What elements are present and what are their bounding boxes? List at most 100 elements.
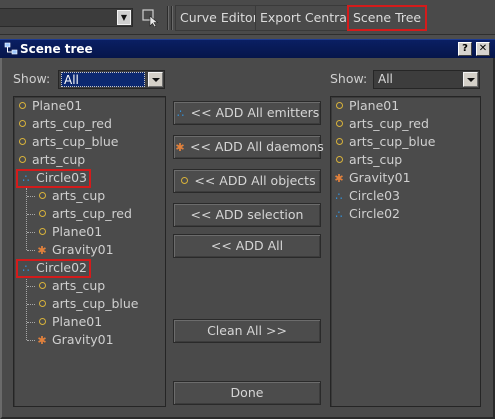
done-button[interactable]: Done <box>173 381 321 405</box>
tree-item[interactable]: ✱ Gravity01 <box>333 169 411 187</box>
tree-item[interactable]: arts_cup <box>333 151 402 169</box>
tree-line <box>26 188 27 250</box>
toolbar-separator <box>171 6 173 30</box>
add-selection-button[interactable]: << ADD selection <box>173 203 321 227</box>
chevron-down-icon[interactable] <box>148 72 163 87</box>
daemon-icon: ✱ <box>37 244 47 257</box>
tree-child-item[interactable]: arts_cup <box>36 277 105 295</box>
tree-child-item[interactable]: arts_cup <box>36 187 105 205</box>
tree-item-label: Plane01 <box>349 98 400 113</box>
emitter-icon: ∴ <box>335 190 343 203</box>
chevron-down-icon[interactable] <box>463 72 478 87</box>
tree-item-label: arts_cup_red <box>52 206 132 221</box>
curve-editor-button[interactable]: Curve Editor <box>175 5 263 31</box>
window-titlebar[interactable]: Scene tree ? ✕ <box>0 39 495 58</box>
tree-child-item[interactable]: ✱ Gravity01 <box>36 241 114 259</box>
help-button[interactable]: ? <box>458 42 472 56</box>
add-all-daemons-label: << ADD All daemons <box>190 139 324 154</box>
object-icon <box>178 170 190 191</box>
tree-item[interactable]: arts_cup_red <box>333 115 429 133</box>
tree-child-item[interactable]: ✱ Gravity01 <box>36 331 114 349</box>
object-icon <box>36 187 48 205</box>
tree-line <box>27 322 35 323</box>
tree-item[interactable]: arts_cup_red <box>16 115 112 133</box>
tree-item-label: Gravity01 <box>349 170 411 185</box>
window-title: Scene tree <box>20 42 93 56</box>
object-icon <box>36 313 48 331</box>
tree-item[interactable]: ∴ Circle02 <box>333 205 401 223</box>
daemon-icon: ✱ <box>175 141 185 154</box>
tree-item-label: Circle03 <box>36 170 88 185</box>
emitter-icon: ∴ <box>22 172 30 185</box>
tree-item-label: arts_cup_red <box>32 116 112 131</box>
object-icon <box>16 151 28 169</box>
top-toolbar: ▼ Curve Editor Export Central Scene Tree <box>0 0 495 35</box>
right-show-value: All <box>378 72 393 86</box>
daemon-icon: ✱ <box>334 172 344 185</box>
tree-item-label: arts_cup_red <box>349 116 429 131</box>
tree-item-label: arts_cup_blue <box>32 134 119 149</box>
tree-line <box>27 232 35 233</box>
scene-tree-button[interactable]: Scene Tree <box>347 5 428 31</box>
object-icon <box>16 133 28 151</box>
select-cursor-icon[interactable] <box>141 8 161 27</box>
tree-item-label: arts_cup_blue <box>52 296 139 311</box>
export-central-button[interactable]: Export Central <box>255 5 356 31</box>
tree-item[interactable]: ∴ Circle03 <box>16 169 92 188</box>
tree-item-label: arts_cup_blue <box>349 134 436 149</box>
tree-item-label: arts_cup <box>52 188 106 203</box>
object-icon <box>333 151 345 169</box>
emitter-icon: ∴ <box>335 208 343 221</box>
tree-item-label: Plane01 <box>52 314 103 329</box>
tree-item[interactable]: ∴ Circle02 <box>16 259 92 278</box>
tree-child-item[interactable]: Plane01 <box>36 223 102 241</box>
object-icon <box>36 205 48 223</box>
tree-item[interactable]: Plane01 <box>333 97 399 115</box>
clean-all-button[interactable]: Clean All >> <box>173 319 321 343</box>
tree-line <box>27 340 35 341</box>
tree-item-label: Circle03 <box>349 188 401 203</box>
highlight-box: ∴ Circle03 <box>16 169 92 188</box>
object-icon <box>36 223 48 241</box>
right-show-select[interactable]: All <box>373 70 480 89</box>
tree-child-item[interactable]: Plane01 <box>36 313 102 331</box>
tree-line <box>27 250 35 251</box>
object-icon <box>16 97 28 115</box>
tree-item[interactable]: arts_cup <box>16 151 85 169</box>
object-icon <box>36 295 48 313</box>
close-button[interactable]: ✕ <box>476 42 490 56</box>
tree-item-label: Circle02 <box>349 206 401 221</box>
tree-line <box>27 286 35 287</box>
scene-tree-icon <box>4 42 18 55</box>
tree-item-label: Gravity01 <box>52 242 114 257</box>
left-show-select[interactable]: All <box>58 70 165 89</box>
object-icon <box>333 115 345 133</box>
add-all-objects-label: << ADD All objects <box>194 173 316 188</box>
tree-item[interactable]: arts_cup_blue <box>16 133 118 151</box>
tree-item-label: arts_cup <box>349 152 403 167</box>
tree-item[interactable]: arts_cup_blue <box>333 133 435 151</box>
add-all-objects-button[interactable]: << ADD All objects <box>173 169 321 193</box>
toolbar-dropdown[interactable]: ▼ <box>0 8 133 27</box>
tree-line <box>27 304 35 305</box>
object-icon <box>16 115 28 133</box>
tree-line <box>27 214 35 215</box>
highlight-box: ∴ Circle02 <box>16 259 92 278</box>
tree-item[interactable]: Plane01 <box>16 97 82 115</box>
tree-item-label: Gravity01 <box>52 332 114 347</box>
daemon-icon: ✱ <box>37 334 47 347</box>
tree-item[interactable]: ∴ Circle03 <box>333 187 401 205</box>
tree-item-label: arts_cup <box>32 152 86 167</box>
tree-child-item[interactable]: arts_cup_blue <box>36 295 138 313</box>
add-all-emitters-button[interactable]: ∴ << ADD All emitters <box>173 101 321 125</box>
tree-child-item[interactable]: arts_cup_red <box>36 205 132 223</box>
add-all-daemons-button[interactable]: ✱ << ADD All daemons <box>173 135 324 159</box>
add-all-button[interactable]: << ADD All <box>173 234 321 258</box>
tree-item-label: Plane01 <box>52 224 103 239</box>
left-show-label: Show: <box>13 71 51 86</box>
left-show-value: All <box>61 72 145 87</box>
emitter-icon: ∴ <box>177 107 185 120</box>
toolbar-separator <box>167 6 169 30</box>
chevron-down-icon[interactable]: ▼ <box>117 10 131 25</box>
object-icon <box>36 277 48 295</box>
